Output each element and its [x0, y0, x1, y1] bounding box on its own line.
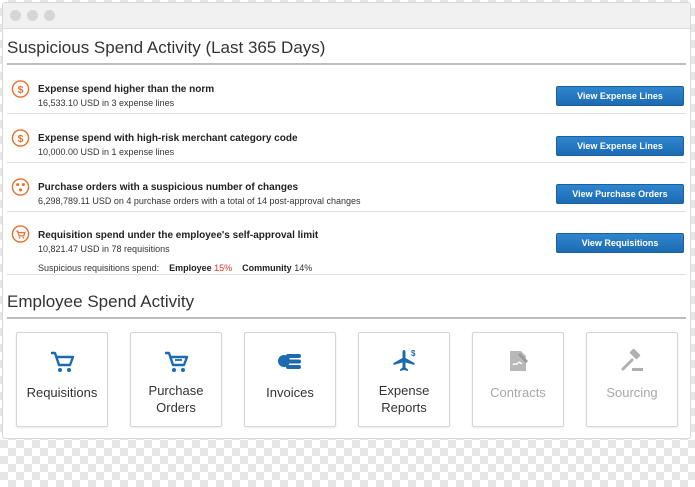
- alert-detail: 6,298,789.11 USD on 4 purchase orders wi…: [38, 196, 361, 206]
- employee-tiles: Requisitions Purchase Orders Invoices $: [16, 332, 678, 427]
- tile-requisitions[interactable]: Requisitions: [16, 332, 108, 427]
- employee-percent: 15%: [214, 263, 233, 273]
- requisition-alert-icon: [11, 225, 30, 243]
- gavel-icon: [621, 348, 643, 371]
- alert-title: Requisition spend under the employee's s…: [38, 230, 319, 241]
- cart-list-icon: [165, 351, 189, 372]
- view-expense-lines-button[interactable]: View Expense Lines: [556, 86, 684, 106]
- community-percent: 14%: [294, 263, 313, 273]
- tile-label-line1: Invoices: [266, 385, 314, 400]
- tile-label-line2: Reports: [381, 400, 427, 415]
- tile-contracts[interactable]: Contracts: [472, 332, 564, 427]
- tile-expense-reports[interactable]: $ Expense Reports: [358, 332, 450, 427]
- airplane-dollar-icon: $: [393, 349, 416, 371]
- alert-title: Expense spend higher than the norm: [38, 84, 215, 95]
- dollar-alert-icon: $: [11, 129, 30, 147]
- tile-label: Requisitions: [17, 384, 107, 401]
- suspicious-requisitions-spend: Suspicious requisitions spend: Employee …: [38, 263, 312, 273]
- employee-section-title: Employee Spend Activity: [7, 292, 686, 319]
- community-label: Community: [242, 263, 292, 273]
- alert-row-purchase-orders: Purchase orders with a suspicious number…: [7, 163, 686, 212]
- tile-label: Contracts: [473, 384, 563, 401]
- window-maximize-dot[interactable]: [44, 10, 55, 21]
- purchase-order-alert-icon: [11, 178, 30, 196]
- view-expense-lines-button[interactable]: View Expense Lines: [556, 136, 684, 156]
- employee-label: Employee: [169, 263, 212, 273]
- tile-sourcing[interactable]: Sourcing: [586, 332, 678, 427]
- svg-text:$: $: [18, 85, 24, 96]
- tile-label: Invoices: [245, 384, 335, 401]
- dollar-alert-icon: $: [11, 80, 30, 98]
- alert-detail: 10,000.00 USD in 1 expense lines: [38, 147, 175, 157]
- view-purchase-orders-button[interactable]: View Purchase Orders: [556, 184, 684, 204]
- tile-label-line1: Sourcing: [606, 385, 658, 400]
- contract-signature-icon: [510, 351, 528, 371]
- tile-label-line1: Expense: [378, 383, 430, 398]
- tile-label-line1: Purchase: [148, 383, 204, 398]
- tile-label-line1: Requisitions: [26, 385, 98, 400]
- svg-text:$: $: [18, 134, 24, 145]
- shopping-cart-icon: [51, 351, 75, 372]
- coin-stack-icon: [278, 354, 301, 369]
- alert-detail: 10,821.47 USD in 78 requisitions: [38, 244, 170, 254]
- tile-label-line2: Orders: [156, 400, 196, 415]
- tile-invoices[interactable]: Invoices: [244, 332, 336, 427]
- alert-row-expense-norm: $ Expense spend higher than the norm 16,…: [7, 65, 686, 114]
- alert-row-merchant-code: $ Expense spend with high-risk merchant …: [7, 114, 686, 163]
- tile-label: Sourcing: [587, 384, 677, 401]
- alert-title: Purchase orders with a suspicious number…: [38, 182, 299, 193]
- alert-detail: 16,533.10 USD in 3 expense lines: [38, 98, 175, 108]
- tile-label-line1: Contracts: [490, 385, 546, 400]
- alert-title: Expense spend with high-risk merchant ca…: [38, 133, 298, 144]
- tile-label: Purchase Orders: [131, 382, 221, 416]
- alert-row-requisitions: Requisition spend under the employee's s…: [7, 212, 686, 275]
- window-close-dot[interactable]: [10, 10, 21, 21]
- suspicious-alert-list: $ Expense spend higher than the norm 16,…: [7, 65, 686, 275]
- tile-label: Expense Reports: [359, 382, 449, 416]
- tile-purchase-orders[interactable]: Purchase Orders: [130, 332, 222, 427]
- requisitions-spend-label: Suspicious requisitions spend:: [38, 263, 160, 273]
- suspicious-section-title: Suspicious Spend Activity (Last 365 Days…: [7, 38, 686, 65]
- view-requisitions-button[interactable]: View Requisitions: [556, 233, 684, 253]
- svg-text:$: $: [411, 349, 416, 358]
- window-minimize-dot[interactable]: [27, 10, 38, 21]
- window-titlebar: [3, 3, 690, 29]
